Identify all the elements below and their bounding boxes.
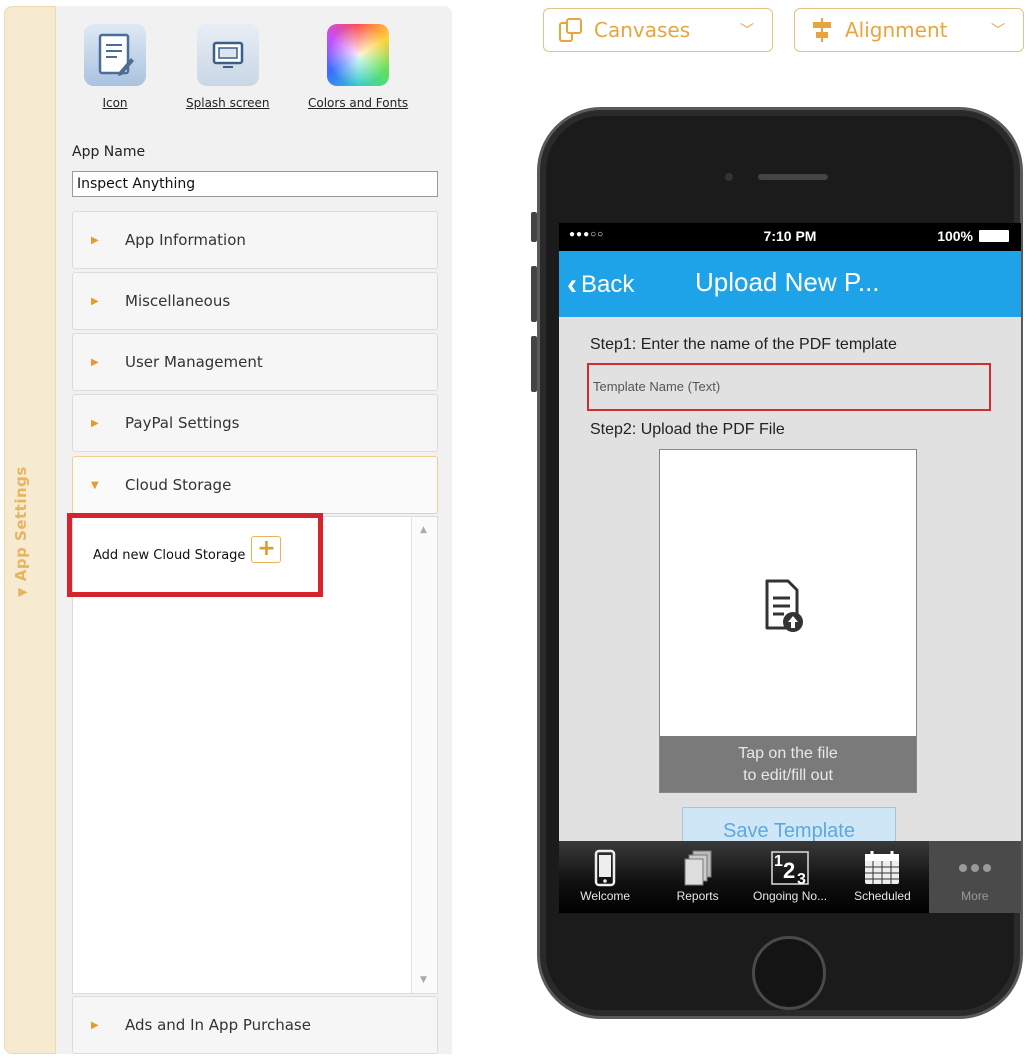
canvases-dropdown[interactable]: Canvases ﹀ <box>543 8 773 52</box>
tab-label: Ongoing No... <box>752 889 828 903</box>
back-label: Back <box>581 271 635 298</box>
canvases-icon <box>558 17 584 43</box>
chevron-left-icon: ‹ <box>567 268 577 301</box>
splash-screen-tool-label[interactable]: Splash screen <box>186 96 269 110</box>
colors-and-fonts-tool[interactable]: Colors and Fonts <box>308 24 408 110</box>
highlight-box <box>67 513 323 597</box>
section-title: App Information <box>125 231 246 249</box>
battery-indicator: 100% <box>937 228 1009 244</box>
app-name-input[interactable] <box>72 171 438 197</box>
section-title: User Management <box>125 353 263 371</box>
tab-label: Reports <box>676 889 719 903</box>
tap-hint: Tap on the file to edit/fill out <box>660 736 916 792</box>
phone-icon <box>559 847 651 889</box>
chevron-down-icon: ﹀ <box>740 23 754 39</box>
back-button[interactable]: ‹ Back <box>567 268 634 302</box>
file-upload-icon <box>764 578 804 634</box>
splash-screen-tool[interactable]: Splash screen <box>186 24 269 110</box>
icon-tool[interactable]: Icon <box>84 24 146 110</box>
more-dots-icon <box>929 847 1021 889</box>
step1-label: Step1: Enter the name of the PDF templat… <box>590 336 897 353</box>
screen-title: Upload New P... <box>695 267 880 297</box>
caret-right-icon: ▶ <box>91 295 99 307</box>
template-name-field[interactable]: Template Name (Text) <box>587 363 991 411</box>
battery-icon <box>979 230 1009 242</box>
settings-toolbar: Icon Splash screen Colors and Fonts <box>56 24 452 134</box>
phone-camera <box>725 173 733 181</box>
svg-text:2: 2 <box>783 858 795 883</box>
caret-right-icon: ▶ <box>91 1019 99 1031</box>
tab-more[interactable]: More <box>928 841 1021 913</box>
canvases-dropdown-label: Canvases <box>594 18 691 42</box>
section-cloud-storage[interactable]: ▼ Cloud Storage <box>72 456 438 514</box>
colors-and-fonts-tool-label[interactable]: Colors and Fonts <box>308 96 408 110</box>
phone-speaker <box>758 174 828 180</box>
triangle-down-icon: ▼ <box>15 587 29 597</box>
app-settings-tab[interactable]: ▼App Settings <box>4 6 56 1054</box>
home-button <box>752 936 826 1010</box>
pdf-upload-area[interactable]: Tap on the file to edit/fill out <box>659 449 917 793</box>
scroll-up-icon[interactable]: ▲ <box>420 525 427 535</box>
tab-label: Scheduled <box>854 889 911 903</box>
tap-hint-line1: Tap on the file <box>738 745 838 762</box>
section-title: Ads and In App Purchase <box>125 1016 311 1034</box>
tab-ongoing[interactable]: 123 Ongoing No... <box>744 841 836 913</box>
document-edit-icon <box>84 24 146 86</box>
section-user-management[interactable]: ▶ User Management <box>72 333 438 391</box>
scroll-down-icon[interactable]: ▼ <box>420 975 427 985</box>
tab-welcome[interactable]: Welcome <box>559 841 651 913</box>
tab-scheduled[interactable]: Scheduled <box>836 841 928 913</box>
chevron-down-icon: ﹀ <box>991 23 1005 39</box>
caret-right-icon: ▶ <box>91 234 99 246</box>
alignment-dropdown[interactable]: Alignment ﹀ <box>794 8 1024 52</box>
section-miscellaneous[interactable]: ▶ Miscellaneous <box>72 272 438 330</box>
nav-bar: ‹ Back Upload New P... <box>559 251 1021 317</box>
section-ads-and-in-app-purchase[interactable]: ▶ Ads and In App Purchase <box>72 996 438 1054</box>
tab-bar: Welcome Reports 123 Ongoing No... Schedu… <box>559 841 1021 913</box>
calendar-icon <box>836 847 928 889</box>
app-builder-screen: ▼App Settings Icon Splash screen Colors … <box>0 0 1026 1059</box>
battery-percent: 100% <box>937 228 973 244</box>
alignment-icon <box>809 17 835 43</box>
phone-screen: ●●●○○ 7:10 PM 100% ‹ Back Upload New P..… <box>559 223 1021 913</box>
section-paypal-settings[interactable]: ▶ PayPal Settings <box>72 394 438 452</box>
status-bar: ●●●○○ 7:10 PM 100% <box>559 223 1021 251</box>
alignment-dropdown-label: Alignment <box>845 18 948 42</box>
icon-tool-label[interactable]: Icon <box>84 96 146 110</box>
step2-label: Step2: Upload the PDF File <box>590 421 785 438</box>
caret-right-icon: ▶ <box>91 417 99 429</box>
svg-text:3: 3 <box>797 871 806 888</box>
section-title: Cloud Storage <box>125 476 232 494</box>
tab-reports[interactable]: Reports <box>651 841 743 913</box>
color-palette-icon <box>327 24 390 86</box>
app-name-label: App Name <box>72 144 146 160</box>
section-title: Miscellaneous <box>125 292 231 310</box>
svg-text:1: 1 <box>774 853 783 870</box>
section-app-information[interactable]: ▶ App Information <box>72 211 438 269</box>
numbers-icon: 123 <box>744 847 836 889</box>
app-settings-tab-label: ▼App Settings <box>12 466 30 597</box>
caret-right-icon: ▶ <box>91 356 99 368</box>
tab-label: Welcome <box>580 889 631 903</box>
reports-icon <box>651 847 743 889</box>
tap-hint-line2: to edit/fill out <box>743 767 833 784</box>
caret-down-icon: ▼ <box>91 479 99 491</box>
tab-label: More <box>961 889 989 903</box>
phone-preview: ●●●○○ 7:10 PM 100% ‹ Back Upload New P..… <box>537 107 1023 1019</box>
splash-screen-icon <box>196 24 259 86</box>
scrollbar[interactable]: ▲ ▼ <box>411 517 437 993</box>
section-title: PayPal Settings <box>125 414 240 432</box>
